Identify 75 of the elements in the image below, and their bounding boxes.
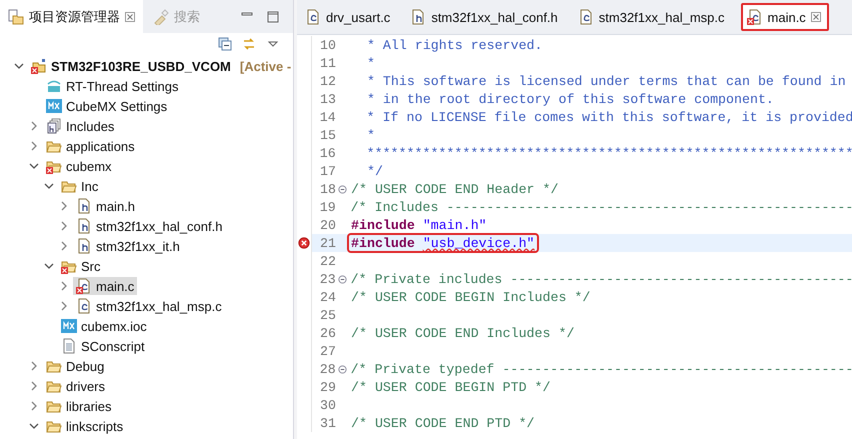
line-number: 24 [319,290,336,304]
line-number: 25 [319,308,336,322]
flashlight-icon [153,8,169,24]
tree-item[interactable]: cubemx [43,157,115,175]
editor-tab[interactable]: drv_usart.c [301,3,402,31]
line-number: 14 [318,110,336,124]
tree-item[interactable]: cubemx.ioc [58,317,150,335]
tree-item[interactable]: stm32f1xx_it.h [73,237,183,255]
view-tab[interactable]: 项目资源管理器 [0,0,143,33]
line-number: 11 [319,56,336,70]
code-line: * [366,56,375,70]
collapse-all-icon[interactable] [218,37,232,51]
line-number: 21 [319,236,336,250]
line-number: 12 [319,74,336,88]
tree-item[interactable]: Src [58,257,104,275]
tree-item[interactable]: stm32f1xx_hal_msp.c [73,297,225,315]
line-number: 29 [319,380,336,394]
explorer-icon [8,8,24,24]
editor-tab[interactable]: stm32f1xx_hal_msp.c [574,3,737,31]
line-number: 13 [319,92,336,106]
line-number: 19 [318,200,336,214]
code-line: #include "main.h" [351,218,487,232]
line-number: 22 [319,254,336,268]
code-line: * This software is licensed under terms that can be found in [366,74,846,88]
tree-item[interactable]: main.h [73,197,138,215]
tree-item[interactable]: Debug [43,357,108,375]
code-line: /* USER CODE BEGIN Includes */ [351,290,590,304]
code-line: ************************************************************* [366,146,852,160]
line-number: 17 [319,164,336,178]
active-config-label: [Active - [240,58,292,74]
tree-item[interactable]: STM32F103RE_USBD_VCOM [28,57,234,75]
code-line: /* USER CODE END Header */ [351,182,558,196]
line-number: 26 [319,326,336,340]
maximize-icon[interactable] [266,10,280,24]
tree-item[interactable]: stm32f1xx_hal_conf.h [73,217,226,235]
tree-item[interactable]: Inc [58,177,102,195]
close-icon[interactable] [125,12,135,22]
editor-tab[interactable]: stm32f1xx_hal_conf.h [406,3,570,31]
code-line: /* USER CODE BEGIN PTD */ [351,380,550,394]
fold-icon[interactable] [338,364,347,374]
tree-item[interactable]: applications [43,137,138,155]
fold-icon[interactable] [338,184,347,194]
line-number: 20 [319,218,336,232]
tree-item[interactable]: main.c [73,277,138,295]
code-line: /* Private includes ------------------------------------------- [350,272,852,286]
tree-item[interactable]: CubeMX Settings [43,97,170,115]
line-number: 31 [319,416,336,430]
line-number: 23 [318,272,336,286]
code-line: /* USER CODE END Includes */ [351,326,574,340]
editor-tab[interactable]: main.c [740,3,829,31]
tree-item[interactable]: libraries [43,397,115,415]
code-line: /* Includes --------------------------------------------------- [350,200,852,214]
code-line: */ [366,164,383,178]
tree-item[interactable]: RT-Thread Settings [43,77,182,95]
line-number: 30 [319,398,336,412]
code-line: * [366,128,375,142]
code-line: /* USER CODE END PTD */ [351,416,535,430]
code-line: * All rights reserved. [366,38,543,52]
code-line: * in the root directory of this software component. [366,92,774,106]
fold-icon[interactable] [338,274,347,284]
line-number: 28 [318,362,336,376]
line-number: 16 [318,146,336,160]
code-line: * If no LICENSE file comes with this software, it is provided [366,110,852,124]
code-line: /* Private typedef -------------------------------------------- [350,362,852,376]
code-line: #include "usb_device.h" [351,236,535,250]
tree-item[interactable]: drivers [43,377,108,395]
close-icon[interactable] [810,12,821,22]
line-number: 15 [319,128,336,142]
tree-item[interactable]: SConscript [58,337,148,355]
line-number: 18 [319,182,336,196]
tree-item[interactable]: linkscripts [43,417,126,435]
line-number: 27 [319,344,336,358]
line-number: 10 [319,38,336,52]
link-arrows-icon[interactable] [242,37,256,51]
tree-item[interactable]: Includes [43,117,118,135]
